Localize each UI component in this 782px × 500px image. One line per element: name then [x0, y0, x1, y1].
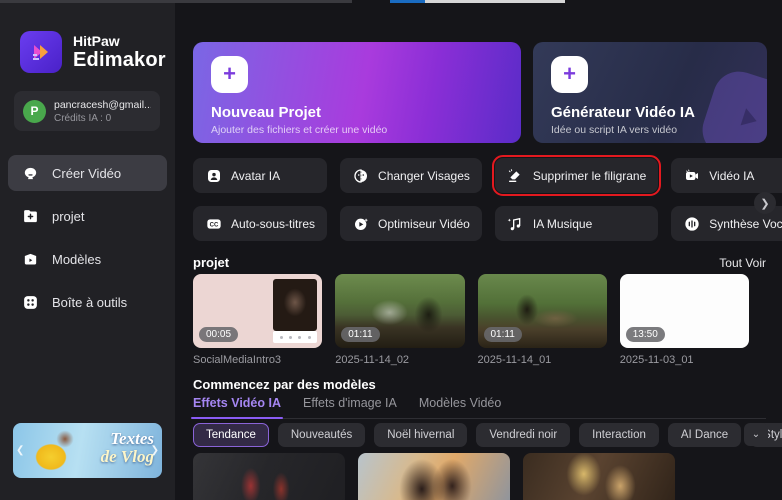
tab-effets-video-ia[interactable]: Effets Vidéo IA [193, 396, 281, 410]
template-thumbnail[interactable] [523, 453, 675, 500]
duration-badge: 01:11 [484, 327, 522, 342]
tools-grid: Avatar IA Changer Visages Supprimer le f… [193, 158, 749, 241]
filter-chips: Tendance Nouveautés Noël hivernal Vendre… [193, 423, 782, 447]
chip-interaction[interactable]: Interaction [579, 423, 659, 447]
promo-line2: de Vlog [101, 448, 154, 466]
project-card[interactable]: 01:11 2025-11-14_02 [335, 274, 464, 366]
projects-section-title: projet [193, 255, 229, 270]
project-name: 2025-11-14_01 [478, 354, 607, 366]
main-content: + Nouveau Projet Ajouter des fichiers et… [175, 3, 782, 500]
template-tabs: Effets Vidéo IA Effets d'image IA Modèle… [193, 396, 766, 419]
svg-text:CC: CC [209, 222, 218, 228]
plus-icon: + [551, 56, 588, 93]
ai-video-generator-banner[interactable]: + Générateur Vidéo IA Idée ou script IA … [533, 42, 767, 143]
template-thumbnail[interactable] [193, 453, 345, 500]
avatar-ia-button[interactable]: Avatar IA [193, 158, 327, 193]
templates-section-title: Commencez par des modèles [193, 377, 376, 392]
changer-visages-button[interactable]: Changer Visages [340, 158, 482, 193]
account-button[interactable]: P pancracesh@gmail.... Crédits IA : 0 [14, 91, 160, 131]
toolbox-icon [22, 294, 39, 311]
brand-line1: HitPaw [73, 33, 166, 49]
chip-noel-hivernal[interactable]: Noël hivernal [374, 423, 467, 447]
voice-synthesis-icon [683, 215, 700, 232]
template-thumbnails-row [193, 453, 675, 500]
tab-effets-image-ia[interactable]: Effets d'image IA [303, 396, 397, 410]
new-project-banner[interactable]: + Nouveau Projet Ajouter des fichiers et… [193, 42, 521, 143]
ai-music-icon [507, 215, 524, 232]
sidebar-nav: Créer Vidéo projet Modèles Boîte à outil… [8, 155, 167, 327]
sidebar-item-label: Créer Vidéo [52, 166, 121, 181]
projects-row: 00:05 SocialMediaIntro3 01:11 2025-11-14… [193, 274, 749, 366]
project-thumbnail[interactable]: 13:50 [620, 274, 749, 348]
banner-title: Nouveau Projet [211, 104, 521, 121]
ia-musique-button[interactable]: IA Musique [495, 206, 658, 241]
optimiseur-video-button[interactable]: Optimiseur Vidéo [340, 206, 482, 241]
chip-nouveautes[interactable]: Nouveautés [278, 423, 365, 447]
chip-ai-dance[interactable]: AI Dance [668, 423, 741, 447]
avatar-ia-icon [205, 167, 222, 184]
account-email: pancracesh@gmail.... [54, 99, 151, 111]
video-ia-button[interactable]: Vidéo IA [671, 158, 782, 193]
project-card[interactable]: 13:50 2025-11-03_01 [620, 274, 749, 366]
project-name: SocialMediaIntro3 [193, 354, 322, 366]
video-preview [273, 279, 317, 331]
sidebar-item-creer-video[interactable]: Créer Vidéo [8, 155, 167, 191]
face-swap-icon [352, 167, 369, 184]
see-all-link[interactable]: Tout Voir [719, 256, 766, 270]
preview-toolbar [273, 331, 317, 343]
sidebar-item-boite-a-outils[interactable]: Boîte à outils [8, 284, 167, 320]
tab-modeles-video[interactable]: Modèles Vidéo [419, 396, 501, 410]
account-credits: Crédits IA : 0 [54, 113, 151, 124]
sidebar-item-label: Boîte à outils [52, 295, 127, 310]
project-name: 2025-11-14_02 [335, 354, 464, 366]
edimakor-window: ✕ HitPaw Edimakor P pancracesh@gmail....… [0, 0, 782, 500]
brand-line2: Edimakor [73, 49, 166, 72]
create-video-icon [22, 165, 39, 182]
chevron-down-icon[interactable]: ⌄ [744, 423, 768, 446]
duration-badge: 13:50 [626, 327, 665, 342]
chevron-right-icon[interactable]: ❯ [754, 192, 776, 214]
chevron-right-icon[interactable]: ❯ [151, 445, 159, 456]
chip-vendredi-noir[interactable]: Vendredi noir [476, 423, 570, 447]
project-card[interactable]: 01:11 2025-11-14_01 [478, 274, 607, 366]
chevron-left-icon[interactable]: ❮ [16, 445, 24, 456]
project-name: 2025-11-03_01 [620, 354, 749, 366]
sidebar-item-label: Modèles [52, 252, 101, 267]
sidebar: HitPaw Edimakor P pancracesh@gmail.... C… [0, 3, 175, 500]
sidebar-item-projet[interactable]: projet [8, 198, 167, 234]
templates-icon [22, 251, 39, 268]
watermark-remover-icon [507, 167, 524, 184]
plus-icon: + [211, 56, 248, 93]
promo-banner[interactable]: Textes de Vlog ❮ ❯ [13, 423, 162, 478]
auto-sous-titres-button[interactable]: CC Auto-sous-titres [193, 206, 327, 241]
project-thumbnail[interactable]: 01:11 [478, 274, 607, 348]
supprimer-le-filigrane-button[interactable]: Supprimer le filigrane [495, 158, 658, 193]
sidebar-item-label: projet [52, 209, 85, 224]
banner-subtitle: Ajouter des fichiers et créer une vidéo [211, 124, 521, 136]
promo-line1: Textes [101, 430, 154, 448]
video-optimizer-icon [352, 215, 369, 232]
duration-badge: 01:11 [341, 327, 379, 342]
avatar: P [23, 100, 46, 123]
sidebar-item-modeles[interactable]: Modèles [8, 241, 167, 277]
project-thumbnail[interactable]: 00:05 [193, 274, 322, 348]
subtitles-cc-icon: CC [205, 215, 222, 232]
project-card[interactable]: 00:05 SocialMediaIntro3 [193, 274, 322, 366]
chip-tendance[interactable]: Tendance [193, 423, 269, 447]
video-ia-icon [683, 167, 700, 184]
project-folder-icon [22, 208, 39, 225]
project-thumbnail[interactable]: 01:11 [335, 274, 464, 348]
duration-badge: 00:05 [199, 327, 238, 342]
edimakor-logo-icon [20, 31, 62, 73]
brand: HitPaw Edimakor [20, 31, 166, 73]
template-thumbnail[interactable] [358, 453, 510, 500]
